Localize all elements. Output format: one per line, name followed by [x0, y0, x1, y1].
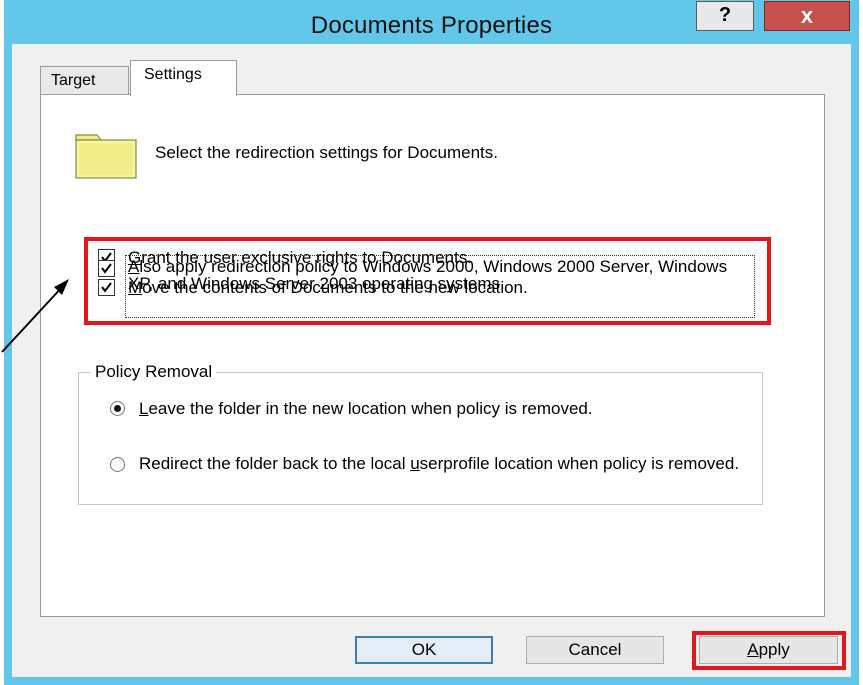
apply-annotation-highlight — [692, 631, 846, 670]
radio-selected-dot — [114, 405, 121, 412]
policy-removal-group: Policy Removal Leave the folder in the n… — [78, 362, 763, 505]
help-button[interactable]: ? — [696, 1, 754, 31]
redirect-back-label: Redirect the folder back to the local us… — [139, 455, 744, 472]
leave-folder-label: Leave the folder in the new location whe… — [139, 399, 593, 419]
label-text: serprofile location when policy is remov… — [419, 454, 740, 473]
intro-text: Select the redirection settings for Docu… — [155, 143, 498, 162]
redirect-back-radio[interactable] — [110, 457, 125, 472]
annotation-highlight-box — [84, 237, 771, 325]
leave-folder-radio[interactable] — [110, 401, 125, 416]
tab-target[interactable]: Target — [40, 66, 129, 94]
folder-icon — [75, 134, 137, 179]
tab-settings[interactable]: Settings — [130, 60, 237, 96]
label-text: eave the folder in the new location when… — [148, 399, 593, 418]
close-icon[interactable]: x — [801, 3, 813, 28]
close-button[interactable]: x — [764, 1, 850, 31]
cancel-button[interactable]: Cancel — [526, 636, 664, 664]
mnemonic-letter: u — [410, 454, 420, 473]
title-bar[interactable]: Documents Properties ? x — [4, 0, 859, 44]
ok-button[interactable]: OK — [355, 636, 493, 664]
settings-tab-panel: Select the redirection settings for Docu… — [40, 94, 825, 617]
dialog-client-area: Target Settings Select the redirection s… — [12, 44, 851, 677]
policy-removal-legend: Policy Removal — [91, 362, 217, 382]
dialog-window: Documents Properties ? x Target Settings… — [4, 0, 859, 685]
label-text: Redirect the folder back to the local — [139, 454, 411, 473]
